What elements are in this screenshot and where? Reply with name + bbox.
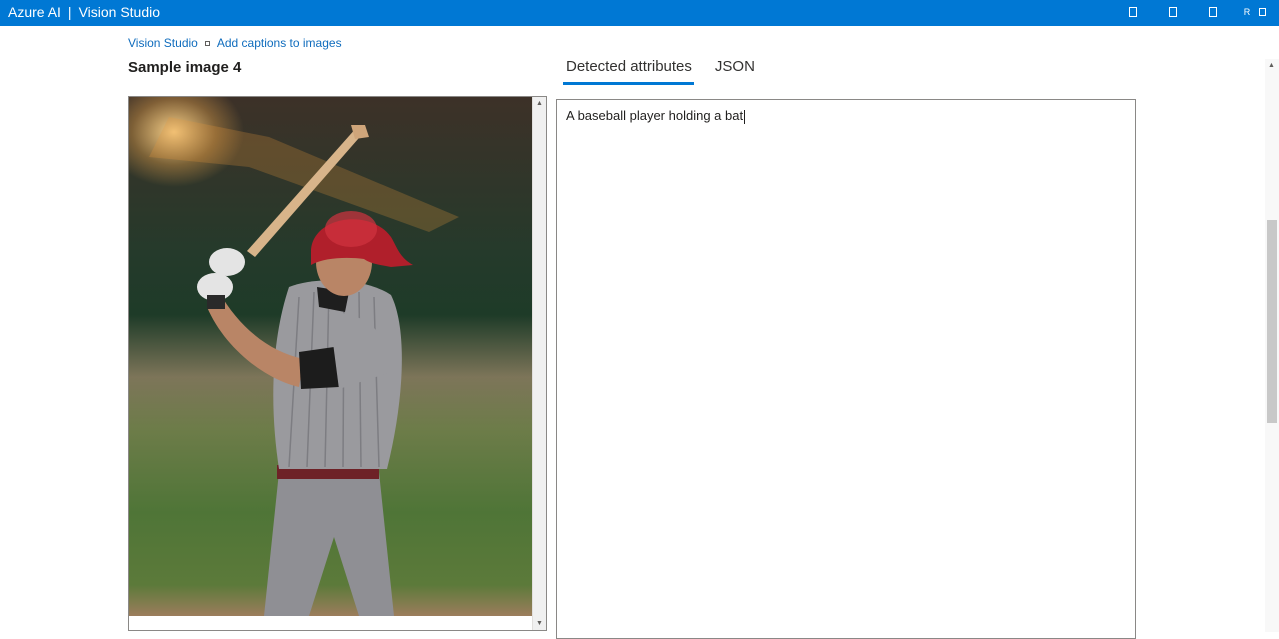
- text-caret: [744, 109, 746, 124]
- page-title: Sample image 4: [128, 59, 242, 76]
- top-bar: Azure AI | Vision Studio R: [0, 0, 1279, 26]
- image-panel: ▲ ▼: [128, 96, 547, 631]
- settings-icon[interactable]: [1166, 5, 1180, 19]
- breadcrumb: Vision Studio Add captions to images: [128, 36, 342, 50]
- top-bar-icons: R: [0, 5, 1279, 21]
- notifications-icon[interactable]: [1126, 5, 1140, 19]
- page-scrollbar[interactable]: ▲: [1265, 59, 1279, 632]
- baseball-player-image: [129, 97, 533, 616]
- page-scroll-thumb[interactable]: [1267, 220, 1277, 423]
- help-icon[interactable]: [1206, 5, 1220, 19]
- account-menu-icon[interactable]: [1255, 5, 1269, 19]
- avatar-initial: R: [1243, 7, 1251, 17]
- baseball-player-illustration: [149, 117, 459, 616]
- page-scroll-up-icon[interactable]: ▲: [1268, 62, 1275, 69]
- tab-json[interactable]: JSON: [712, 58, 757, 85]
- result-tabs: Detected attributes JSON: [563, 58, 757, 85]
- tab-detected-attributes[interactable]: Detected attributes: [563, 58, 694, 85]
- breadcrumb-link-vision-studio[interactable]: Vision Studio: [128, 36, 198, 50]
- caption-text: A baseball player holding a bat: [566, 108, 744, 123]
- scroll-down-icon[interactable]: ▼: [536, 620, 543, 627]
- image-panel-scrollbar[interactable]: ▲ ▼: [532, 97, 546, 630]
- caption-result-box[interactable]: A baseball player holding a bat: [556, 99, 1136, 639]
- avatar[interactable]: R: [1240, 5, 1254, 19]
- scroll-up-icon[interactable]: ▲: [536, 100, 543, 107]
- breadcrumb-link-add-captions[interactable]: Add captions to images: [217, 36, 342, 50]
- breadcrumb-separator-icon: [204, 40, 210, 46]
